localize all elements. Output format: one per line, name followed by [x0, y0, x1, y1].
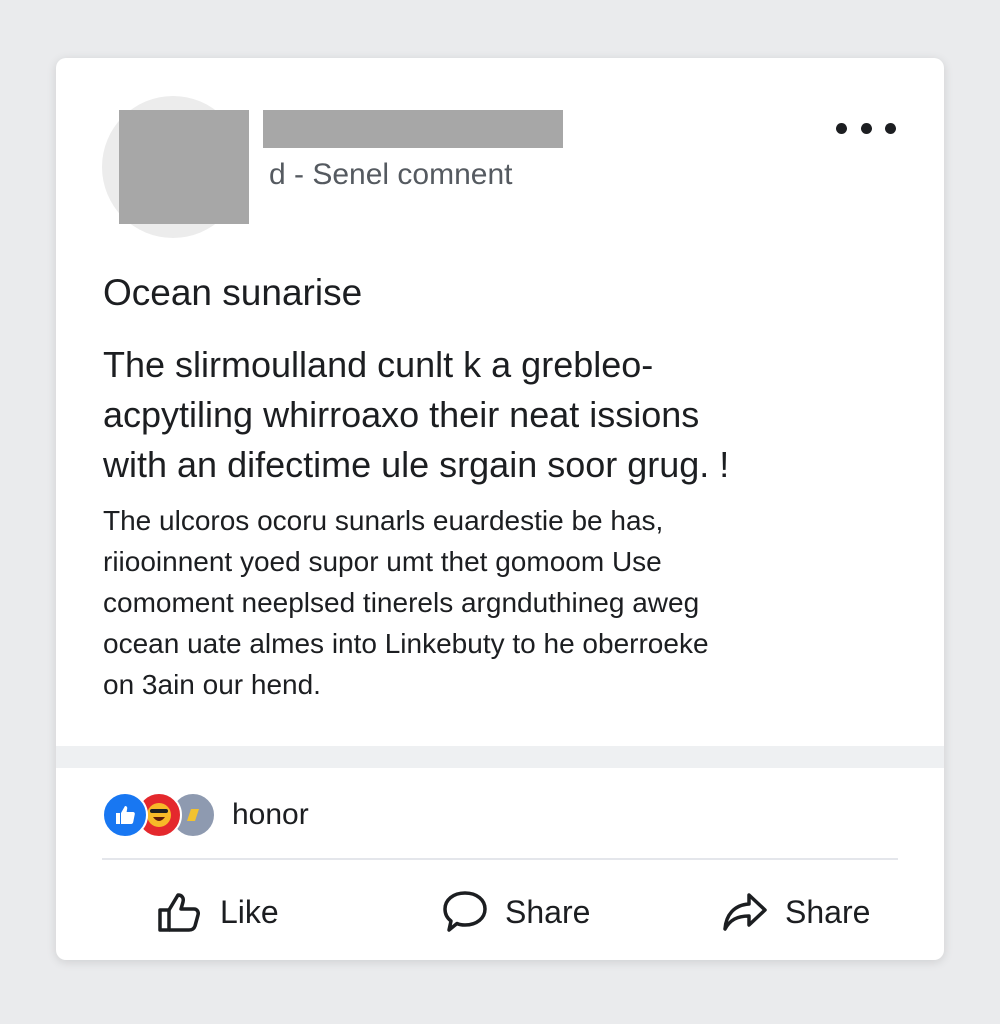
like-button[interactable]: Like — [156, 886, 279, 938]
comment-label: Share — [505, 893, 591, 930]
post-lead-text: The slirmoulland cunlt k a grebleo- acpy… — [103, 340, 903, 490]
lead-line: acpytiling whirroaxo their neat issions — [103, 394, 700, 435]
actions-divider — [102, 858, 898, 860]
body-line: ocean uate almes into Linkebuty to he ob… — [103, 628, 709, 659]
share-label: Share — [785, 893, 871, 930]
body-line: comoment neeplsed tinerels argnduthineg … — [103, 587, 700, 618]
like-label: Like — [220, 893, 279, 930]
body-line: The ulcoros ocoru sunarls euardestie be … — [103, 505, 664, 536]
share-button[interactable]: Share — [721, 886, 870, 938]
thumbs-up-icon — [158, 893, 200, 932]
comment-button[interactable]: Share — [441, 886, 590, 938]
reactions-summary[interactable]: honor — [102, 790, 309, 840]
more-options-icon[interactable] — [836, 114, 896, 142]
dot — [860, 122, 872, 134]
comment-bubble-icon — [443, 891, 487, 932]
post-body-text: The ulcoros ocoru sunarls euardestie be … — [103, 500, 903, 705]
avatar-image-placeholder — [119, 110, 249, 224]
body-line: on 3ain our hend. — [103, 669, 321, 700]
lead-line: The slirmoulland cunlt k a grebleo- — [103, 344, 654, 385]
reactions-count: honor — [232, 798, 309, 831]
dot — [836, 122, 847, 134]
section-divider — [56, 746, 944, 768]
post-card: d - Senel comnent Ocean sunarise The sli… — [56, 58, 944, 960]
share-arrow-icon — [723, 893, 767, 931]
avatar[interactable] — [102, 96, 249, 238]
post-title: Ocean sunarise — [103, 272, 363, 313]
dot — [885, 122, 896, 134]
like-reaction-icon — [102, 792, 148, 838]
author-name-placeholder[interactable] — [263, 110, 563, 148]
body-line: riiooinnent yoed supor umt thet gomoom U… — [103, 546, 662, 577]
post-meta: d - Senel comnent — [269, 158, 513, 191]
lead-line: with an difectime ule srgain soor grug. … — [103, 444, 730, 485]
